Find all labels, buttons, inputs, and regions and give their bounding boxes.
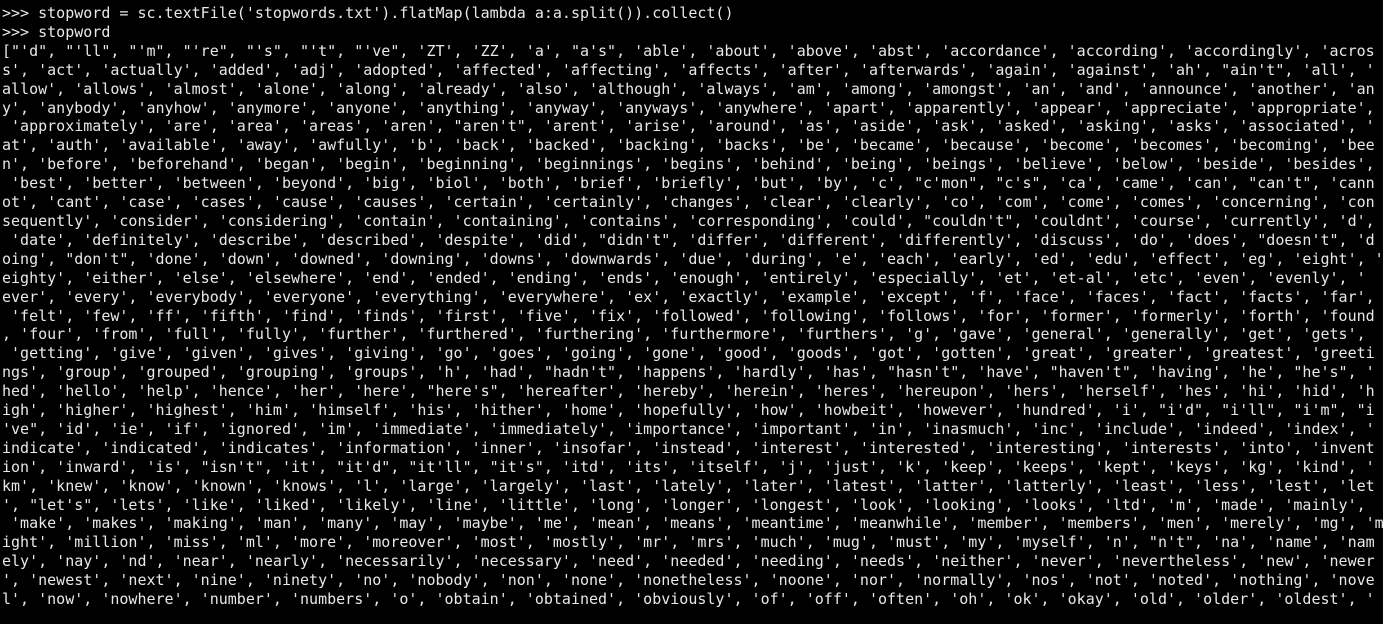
terminal-output-line: 'felt', 'few', 'ff', 'fifth', 'find', 'f… [2,306,1375,325]
terminal-output-line: , 'four', 'from', 'full', 'fully', 'furt… [2,325,1366,344]
terminal-output-line: ["'d", "'ll", "'m", "'re", "'s", "'t", "… [2,41,1375,60]
terminal-output-line: ight', 'million', 'miss', 'ml', 'more', … [2,533,1375,552]
terminal-output-line: oing', "don't", 'done', 'down', 'downed'… [2,249,1383,268]
terminal-output-line: 'date', 'definitely', 'describe', 'descr… [2,230,1375,249]
terminal-output-line: 'getting', 'give', 'given', 'gives', 'gi… [2,344,1375,363]
terminal-output-line: indicate', 'indicated', 'indicates', 'in… [2,438,1375,457]
terminal-output-line: sequently', 'consider', 'considering', '… [2,211,1375,230]
terminal-output-line: ever', 'every', 'everybody', 'everyone',… [2,287,1375,306]
terminal-output-line: hed', 'hello', 'help', 'hence', 'her', '… [2,382,1375,401]
terminal-output-line: ot', 'cant', 'case', 'cases', 'cause', '… [2,193,1375,212]
terminal-output-line: at', 'auth', 'available', 'away', 'awful… [2,136,1375,155]
terminal-output-line: 'approximately', 'are', 'area', 'areas',… [2,117,1375,136]
terminal-output-line: n', 'before', 'beforehand', 'began', 'be… [2,155,1375,174]
terminal-output-line: ', "let's", 'lets', 'like', 'liked', 'li… [2,495,1366,514]
terminal-output-line: allow', 'allows', 'almost', 'alone', 'al… [2,79,1375,98]
terminal-output-line: eighty', 'either', 'else', 'elsewhere', … [2,268,1366,287]
terminal-output-line: ', 'newest', 'next', 'nine', 'ninety', '… [2,571,1375,590]
terminal-output-line: ion', 'inward', 'is', "isn't", 'it', "it… [2,457,1375,476]
terminal-prompt-line: >>> stopword = sc.textFile('stopwords.tx… [2,4,734,22]
terminal-window[interactable]: >>> stopword = sc.textFile('stopwords.tx… [0,0,1383,624]
terminal-output-line: igh', 'higher', 'highest', 'him', 'himse… [2,401,1375,420]
terminal-output-line: 'best', 'better', 'between', 'beyond', '… [2,174,1375,193]
terminal-output-line: ngs', 'group', 'grouped', 'grouping', 'g… [2,363,1375,382]
terminal-output-line: km', 'knew', 'know', 'known', 'knows', '… [2,476,1375,495]
terminal-output-line: s', 'act', 'actually', 'added', 'adj', '… [2,60,1375,79]
terminal-output-line: 've", 'id', 'ie', 'if', 'ignored', 'im',… [2,419,1375,438]
terminal-output-line: y', 'anybody', 'anyhow', 'anymore', 'any… [2,98,1375,117]
terminal-prompt-line: >>> stopword [2,22,111,41]
terminal-output-line: 'make', 'makes', 'making', 'man', 'many'… [2,514,1383,533]
terminal-output-line: l', 'now', 'nowhere', 'number', 'numbers… [2,590,1375,609]
terminal-output-line: ely', 'nay', 'nd', 'near', 'nearly', 'ne… [2,552,1375,571]
